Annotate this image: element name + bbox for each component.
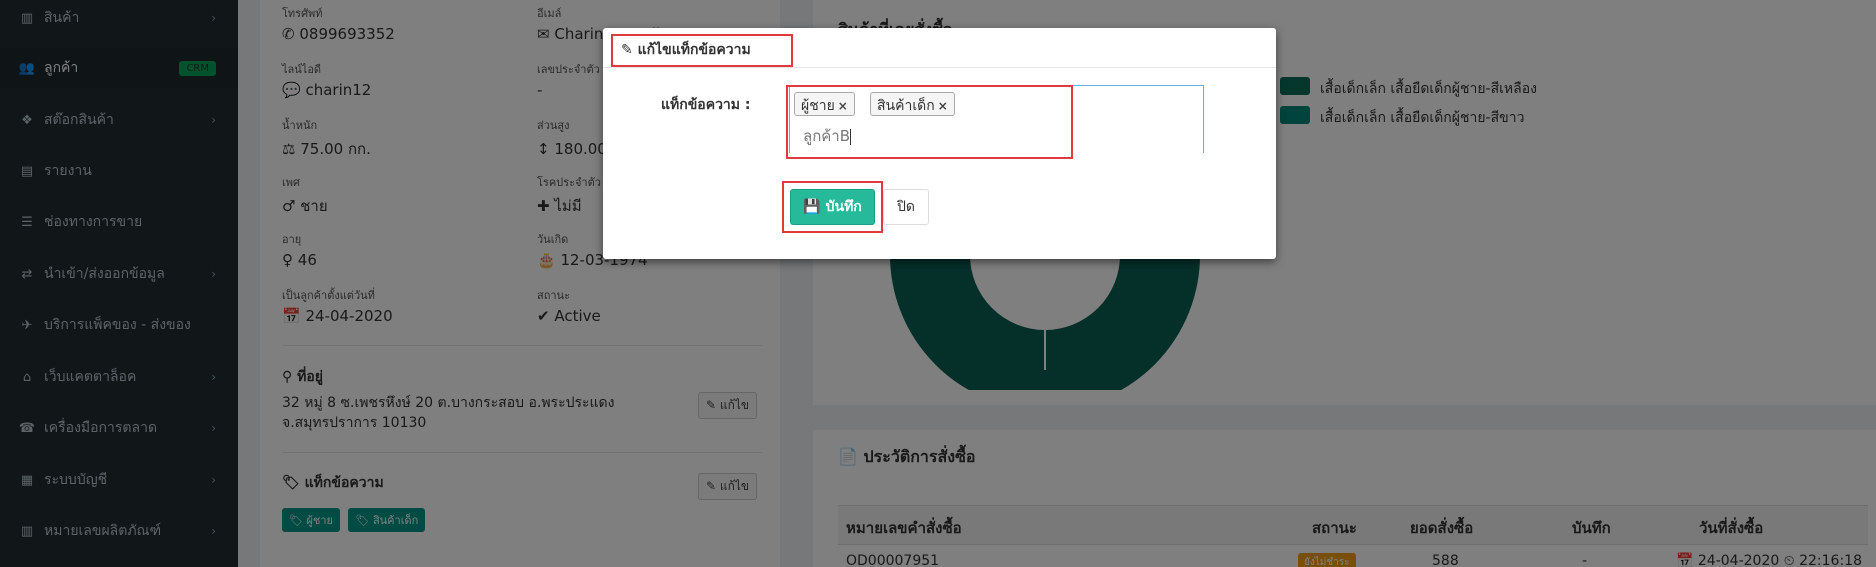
close-button[interactable]: ปิด [883,189,929,225]
highlight-box [782,181,883,233]
highlight-box [611,34,793,67]
highlight-box [786,85,1073,159]
edit-tags-modal: ✎ แก้ไขแท็กข้อความ แท็กข้อความ : ผู้ชาย ×… [603,28,1276,259]
tags-field-label: แท็กข้อความ : [661,97,751,113]
